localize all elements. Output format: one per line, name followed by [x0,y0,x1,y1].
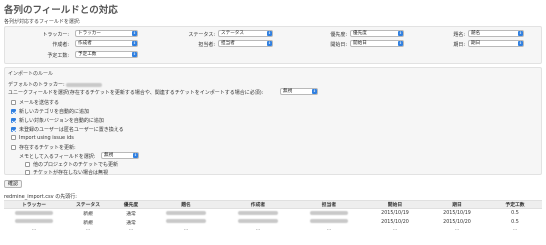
subject-label: 題名: [453,32,465,38]
table-row: 新規 通常 2015/10/19 2015/10/19 0.5 [4,209,542,218]
tracker-select[interactable]: トラッカー ⇕ [75,30,138,37]
checkbox-add-categories[interactable]: 新しいカテゴリを自動的に追加 [11,108,89,115]
checkbox-add-versions[interactable]: 新しい対象バージョンを自動的に追加 [11,117,104,124]
checkbox-box[interactable] [11,135,16,140]
due-date-select[interactable]: 期日 ⇕ [468,40,524,47]
author-select[interactable]: 作成者 ⇕ [75,40,138,47]
default-tracker-select[interactable] [66,82,103,87]
assignee-label: 担当者: [198,42,215,48]
checkbox-update-issues[interactable]: 存在するチケットを更新: [11,144,76,151]
column-header: 期日 [426,200,488,209]
default-tracker-label: デフォルトのトラッカー: [8,82,65,88]
checkbox-box[interactable] [11,145,16,150]
redacted-value [166,210,206,215]
select-caret-icon: ⇕ [132,41,137,46]
checkbox-box[interactable] [11,118,16,123]
checkbox-anonymous-users[interactable]: 未登録のユーザーは匿名ユーザーに置き換える [11,126,124,133]
confirm-button[interactable]: 確認 [4,180,23,188]
select-caret-icon: ⇕ [312,89,317,94]
column-header: 優先度 [112,200,150,209]
column-header: 予定工数 [488,200,542,209]
table-header-row: トラッカー ステータス 優先度 題名 作成者 担当者 開始日 期日 予定工数 [4,200,542,209]
unique-field-row: ユニークフィールドを選択(存在するチケットを更新する場合や、関連するチケットをイ… [8,89,263,96]
unique-field-select[interactable]: 無視 ⇕ [280,88,318,95]
start-date-select[interactable]: 開始日 ⇕ [350,40,404,47]
checkbox-import-issue-ids[interactable]: Import using issue ids [11,135,74,141]
select-caret-icon: ⇕ [132,52,137,57]
rules-section-label: インポートのルール [8,71,54,77]
checkbox-send-email[interactable]: メールを送信する [11,99,59,106]
update-fields-select[interactable]: 無視 ⇕ [101,152,139,159]
table-cell: 2015/10/19 [443,210,471,216]
table-cell: 通常 [126,220,136,226]
redacted-value [15,219,53,224]
checkbox-other-projects[interactable]: 他のプロジェクトのチケットでも更新 [25,161,118,168]
default-tracker-row: デフォルトのトラッカー: [8,81,103,88]
select-caret-icon: ⇕ [518,41,523,46]
author-label: 作成者: [52,42,69,48]
due-date-label: 期日: [453,42,465,48]
column-header: 開始日 [364,200,426,209]
redacted-value [238,210,278,215]
checkbox-box[interactable] [25,162,30,167]
redacted-value [310,210,348,215]
column-header: トラッカー [4,200,64,209]
redacted-value [166,219,206,224]
update-fields-label: メモとして入るフィールドを選択: [19,154,96,160]
checkbox-box[interactable] [11,100,16,105]
column-header: 作成者 [222,200,294,209]
table-cell: 新規 [83,211,93,217]
checkbox-ignore-missing[interactable]: チケットが存在しない場合は無視 [25,169,108,176]
select-caret-icon: ⇕ [133,153,138,158]
estimated-hours-label: 予定工数: [47,53,69,59]
select-caret-icon: ⇕ [132,31,137,36]
table-cell: 2015/10/19 [381,210,409,216]
checkbox-box[interactable] [25,170,30,175]
select-caret-icon: ⇕ [267,31,272,36]
table-cell: 新規 [83,220,93,226]
select-caret-icon: ⇕ [267,41,272,46]
assignee-select[interactable]: 担当者 ⇕ [218,40,273,47]
select-caret-icon: ⇕ [518,31,523,36]
column-header: ステータス [64,200,112,209]
table-row: 新規 通常 2015/10/20 2015/10/20 0.5 [4,218,542,227]
rules-fieldset: インポートのルール デフォルトのトラッカー: ユニークフィールドを選択(存在する… [4,67,542,176]
table-row-ellipsis: ... ... ... ... ... ... ... ... ... [31,227,518,232]
preview-table: トラッカー ステータス 優先度 題名 作成者 担当者 開始日 期日 予定工数 新… [4,200,542,233]
unique-field-label: ユニークフィールドを選択(存在するチケットを更新する場合や、関連するチケットをイ… [8,90,264,96]
update-fields-row: メモとして入るフィールドを選択: [19,153,95,160]
table-cell: 2015/10/20 [381,219,409,225]
redacted-value [310,219,348,224]
select-caret-icon: ⇕ [398,41,403,46]
checkbox-box[interactable] [11,127,16,132]
priority-label: 優先度: [330,32,347,38]
table-cell: 0.5 [511,210,519,216]
start-date-label: 開始日: [330,42,347,48]
redacted-value [238,219,278,224]
mapping-section-label: 各列が対応するフィールドを選択: [4,19,81,25]
redacted-value [15,210,53,215]
preview-label: redmine_import.csv の先頭行: [4,194,77,200]
status-label: ステータス: [188,32,215,38]
checkbox-box[interactable] [11,109,16,114]
mapping-fieldset: トラッカー: トラッカー ⇕ 作成者: 作成者 ⇕ 予定工数: 予定工数 ⇕ ステータ… [4,26,542,64]
column-header: 題名 [150,200,222,209]
table-cell: 0.5 [511,219,519,225]
priority-select[interactable]: 優先度 ⇕ [350,30,404,37]
column-header: 担当者 [294,200,364,209]
status-select[interactable]: ステータス ⇕ [218,30,273,37]
table-cell: 通常 [126,211,136,217]
table-cell: 2015/10/20 [443,219,471,225]
estimated-hours-select[interactable]: 予定工数 ⇕ [75,51,138,58]
tracker-label: トラッカー: [42,32,69,38]
page-title: 各列のフィールドとの対応 [4,5,118,16]
select-caret-icon: ⇕ [398,31,403,36]
subject-select[interactable]: 題名 ⇕ [468,30,524,37]
